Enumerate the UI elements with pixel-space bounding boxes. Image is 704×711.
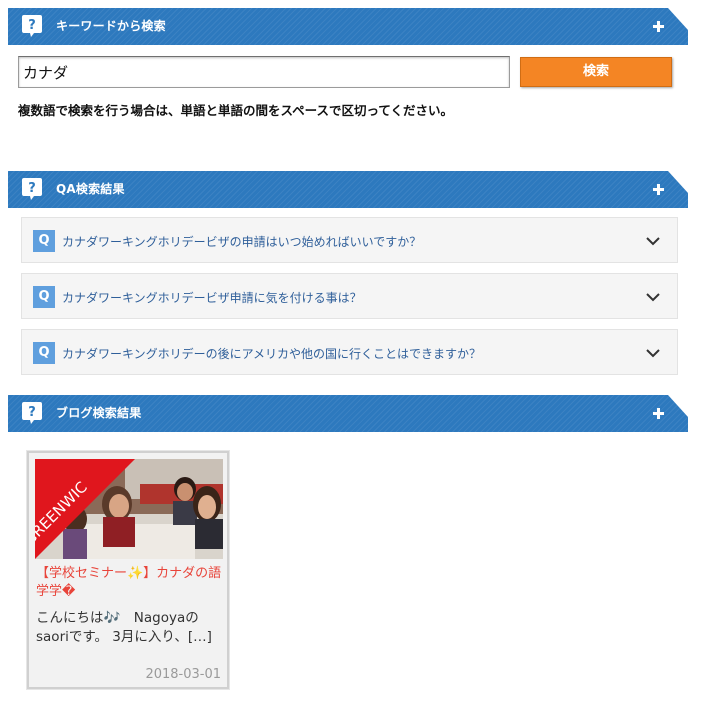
blog-post-date: 2018-03-01: [145, 667, 221, 682]
search-hint: 複数語で検索を行う場合は、単語と単語の間をスペースで区切ってください。: [18, 103, 454, 118]
chevron-down-icon[interactable]: [646, 234, 660, 248]
qa-question[interactable]: カナダワーキングホリデービザの申請はいつ始めればいいですか？: [62, 233, 421, 250]
svg-text:?: ?: [28, 181, 36, 196]
search-input[interactable]: [18, 56, 510, 88]
qa-item[interactable]: Q カナダワーキングホリデーの後にアメリカや他の国に行くことはできますか？: [21, 329, 678, 375]
plus-icon[interactable]: [653, 21, 664, 32]
search-button[interactable]: 検索: [520, 57, 672, 87]
qa-results-header[interactable]: ? QA検索結果: [8, 171, 688, 208]
blog-post-title[interactable]: 【学校セミナー✨】カナダの語学学�: [36, 565, 224, 601]
svg-text:?: ?: [28, 18, 36, 33]
question-bubble-icon: ?: [22, 402, 42, 424]
chevron-down-icon[interactable]: [646, 290, 660, 304]
qa-question[interactable]: カナダワーキングホリデーの後にアメリカや他の国に行くことはできますか？: [62, 345, 481, 362]
qa-item[interactable]: Q カナダワーキングホリデービザの申請はいつ始めればいいですか？: [21, 217, 678, 263]
section-title: QA検索結果: [56, 182, 125, 196]
q-badge-icon: Q: [33, 230, 55, 252]
chevron-down-icon[interactable]: [646, 346, 660, 360]
q-badge-icon: Q: [33, 342, 55, 364]
blog-post-excerpt: こんにちは🎶 Nagoyaのsaoriです。 3月に入り、[…]: [36, 610, 212, 645]
section-title: キーワードから検索: [56, 19, 166, 33]
blog-results-header[interactable]: ? ブログ検索結果: [8, 395, 688, 432]
plus-icon[interactable]: [653, 408, 664, 419]
question-bubble-icon: ?: [22, 15, 42, 37]
keyword-search-header[interactable]: ? キーワードから検索: [8, 8, 688, 45]
svg-text:?: ?: [28, 405, 36, 420]
blog-card[interactable]: GREENWIC 【学校セミナー✨】カナダの語学学� こんにちは🎶 Nagoya…: [27, 451, 229, 689]
q-badge-icon: Q: [33, 286, 55, 308]
plus-icon[interactable]: [653, 184, 664, 195]
question-bubble-icon: ?: [22, 178, 42, 200]
section-title: ブログ検索結果: [56, 406, 142, 420]
qa-item[interactable]: Q カナダワーキングホリデービザ申請に気を付ける事は？: [21, 273, 678, 319]
blog-thumbnail[interactable]: GREENWIC: [35, 459, 223, 559]
qa-question[interactable]: カナダワーキングホリデービザ申請に気を付ける事は？: [62, 289, 362, 306]
